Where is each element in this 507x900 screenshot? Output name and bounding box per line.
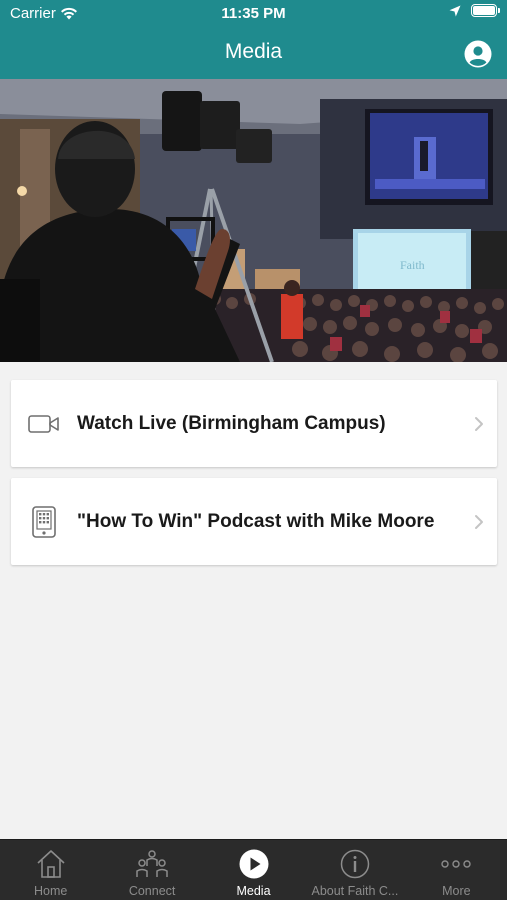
podcast-item[interactable]: "How To Win" Podcast with Mike Moore [11,478,497,565]
watch-live-item[interactable]: Watch Live (Birmingham Campus) [11,380,497,467]
tab-more-label: More [442,884,471,898]
tab-connect-label: Connect [128,884,176,898]
tab-bar: Home Connect Media About Faith C... More [0,839,507,900]
battery-icon [471,4,500,17]
status-time: 11:35 PM [221,5,286,22]
tab-connect[interactable]: Connect [101,840,202,900]
chevron-right-icon [475,514,483,529]
status-bar: Carrier 11:35 PM [0,0,507,28]
location-arrow-icon [449,5,461,16]
tab-media-label: Media [236,884,271,898]
tab-home-label: Home [34,884,68,898]
page-title: Media [224,40,283,63]
svg-text:Faith: Faith [400,258,425,272]
people-icon [136,850,168,877]
home-icon [37,850,65,878]
play-icon [239,849,269,879]
tab-about-label: About Faith C... [311,884,399,898]
tablet-icon [32,505,56,538]
tab-media[interactable]: Media [203,840,304,900]
app-header: Carrier 11:35 PM Media [0,0,507,79]
info-icon [340,849,370,879]
video-camera-icon [28,414,59,433]
more-dots-icon [441,860,472,868]
tab-more[interactable]: More [406,840,507,900]
podcast-label: "How To Win" Podcast with Mike Moore [77,511,435,532]
user-avatar-icon [464,40,492,68]
watch-live-label: Watch Live (Birmingham Campus) [77,413,386,434]
hero-image: Faith [0,79,507,362]
status-indicators [449,4,500,17]
tab-home[interactable]: Home [0,840,101,900]
tab-about[interactable]: About Faith C... [304,840,405,900]
chevron-right-icon [475,416,483,431]
profile-button[interactable] [464,40,492,68]
